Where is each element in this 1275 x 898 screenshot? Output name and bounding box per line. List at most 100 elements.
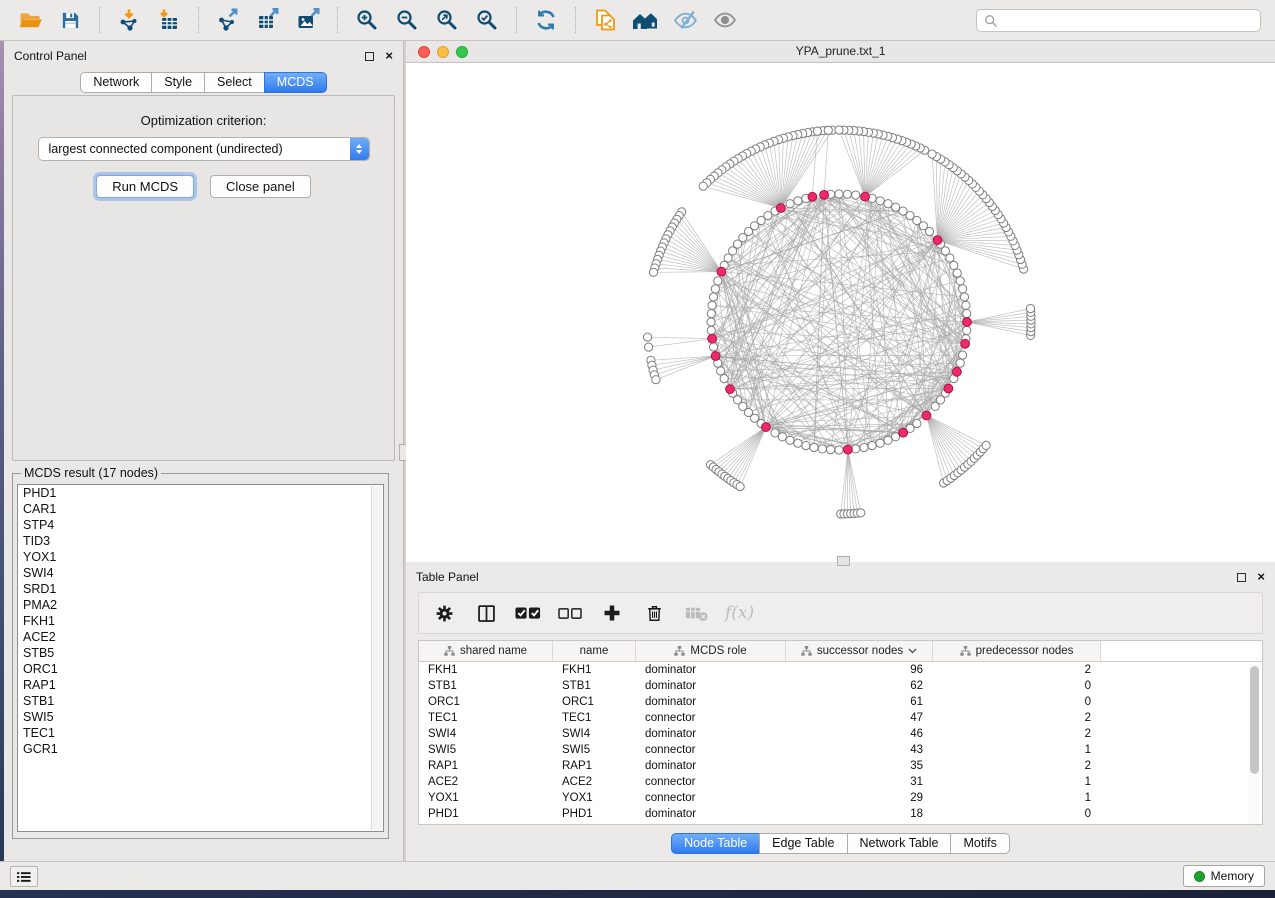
function-builder-icon: f(x): [725, 603, 754, 623]
table-scrollbar[interactable]: [1249, 664, 1260, 823]
zoom-fit-button[interactable]: [427, 4, 467, 36]
tab-node-table[interactable]: Node Table: [671, 833, 760, 854]
tab-mcds[interactable]: MCDS: [264, 72, 327, 93]
export-network-button[interactable]: [208, 4, 248, 36]
hide-selected-button[interactable]: [665, 4, 705, 36]
column-header-predecessor-nodes[interactable]: predecessor nodes: [933, 641, 1101, 661]
mcds-result-item[interactable]: RAP1: [18, 677, 383, 693]
mcds-result-item[interactable]: STB5: [18, 645, 383, 661]
show-all-button[interactable]: [705, 4, 745, 36]
table-row[interactable]: ACE2ACE2connector311: [419, 774, 1262, 790]
plus-icon: [602, 603, 622, 623]
show-columns-button[interactable]: [473, 600, 499, 626]
close-panel-button[interactable]: Close panel: [210, 175, 311, 198]
table-row[interactable]: STB1STB1dominator620: [419, 678, 1262, 694]
mcds-result-item[interactable]: TID3: [18, 533, 383, 549]
apply-layout-button[interactable]: [526, 4, 566, 36]
table-row[interactable]: PHD1PHD1dominator180: [419, 806, 1262, 822]
mcds-result-item[interactable]: ACE2: [18, 629, 383, 645]
table-settings-button[interactable]: [431, 600, 457, 626]
export-image-button[interactable]: [288, 4, 328, 36]
mcds-result-item[interactable]: CAR1: [18, 501, 383, 517]
show-panels-button[interactable]: [10, 866, 38, 887]
search-input[interactable]: [976, 9, 1261, 32]
mcds-result-item[interactable]: ORC1: [18, 661, 383, 677]
list-scrollbar[interactable]: [371, 486, 382, 830]
unchecked-boxes-icon: [558, 608, 582, 619]
network-graph[interactable]: [406, 63, 1275, 562]
deselect-all-rows-button[interactable]: [557, 600, 583, 626]
table-row[interactable]: RAP1RAP1dominator352: [419, 758, 1262, 774]
eye-icon: [713, 8, 737, 32]
mcds-result-item[interactable]: SWI5: [18, 709, 383, 725]
save-session-button[interactable]: [50, 4, 90, 36]
mcds-result-item[interactable]: PHD1: [18, 485, 383, 501]
trash-icon: [645, 604, 664, 623]
network-window-titlebar[interactable]: YPA_prune.txt_1: [406, 41, 1275, 63]
column-header-successor-nodes[interactable]: successor nodes: [786, 641, 933, 661]
select-all-rows-button[interactable]: [515, 600, 541, 626]
import-table-button[interactable]: [149, 4, 189, 36]
column-header-shared-name[interactable]: shared name: [419, 641, 553, 661]
delete-table-button-disabled: [683, 600, 709, 626]
mcds-result-item[interactable]: YOX1: [18, 549, 383, 565]
mcds-result-item[interactable]: SWI4: [18, 565, 383, 581]
table-row[interactable]: SWI4SWI4dominator462: [419, 726, 1262, 742]
control-panel-title: Control Panel: [14, 49, 365, 63]
close-panel-icon[interactable]: ×: [385, 51, 393, 61]
tab-motifs[interactable]: Motifs: [950, 833, 1009, 854]
table-row[interactable]: SWI5SWI5connector431: [419, 742, 1262, 758]
close-panel-icon[interactable]: ×: [1257, 572, 1265, 582]
table-row[interactable]: ORC1ORC1dominator610: [419, 694, 1262, 710]
mcds-result-item[interactable]: STB1: [18, 693, 383, 709]
network-window: YPA_prune.txt_1: [406, 41, 1275, 562]
node-table: shared namenameMCDS rolesuccessor nodesp…: [418, 640, 1263, 825]
memory-label: Memory: [1211, 869, 1254, 883]
tab-network[interactable]: Network: [80, 72, 152, 93]
delete-column-button[interactable]: [641, 600, 667, 626]
column-header-name[interactable]: name: [553, 641, 636, 661]
zoom-out-icon: [395, 8, 419, 32]
tab-network-table[interactable]: Network Table: [847, 833, 952, 854]
open-file-button[interactable]: [10, 4, 50, 36]
gear-icon: [434, 603, 455, 624]
mcds-result-item[interactable]: SRD1: [18, 581, 383, 597]
float-panel-icon[interactable]: [365, 52, 374, 61]
memory-status-icon: [1194, 871, 1205, 882]
column-header-MCDS-role[interactable]: MCDS role: [636, 641, 786, 661]
tab-style[interactable]: Style: [151, 72, 205, 93]
table-scrollbar-thumb[interactable]: [1250, 666, 1259, 774]
create-column-button[interactable]: [599, 600, 625, 626]
clone-network-button[interactable]: [585, 4, 625, 36]
tab-edge-table[interactable]: Edge Table: [759, 833, 847, 854]
export-table-icon: [256, 8, 280, 32]
zoom-selected-button[interactable]: [467, 4, 507, 36]
export-table-button[interactable]: [248, 4, 288, 36]
zoom-out-button[interactable]: [387, 4, 427, 36]
mcds-result-item[interactable]: STP4: [18, 517, 383, 533]
table-row[interactable]: FKH1FKH1dominator962: [419, 662, 1262, 678]
mcds-result-item[interactable]: PMA2: [18, 597, 383, 613]
criterion-select[interactable]: largest connected component (undirected): [38, 137, 370, 161]
mcds-result-item[interactable]: FKH1: [18, 613, 383, 629]
open-folder-icon: [18, 8, 43, 33]
table-row[interactable]: YOX1YOX1connector291: [419, 790, 1262, 806]
maximize-window-icon[interactable]: [456, 46, 468, 58]
mcds-result-item[interactable]: TEC1: [18, 725, 383, 741]
table-row[interactable]: TEC1TEC1connector472: [419, 710, 1262, 726]
tab-select[interactable]: Select: [204, 72, 265, 93]
network-canvas[interactable]: [406, 63, 1275, 562]
run-mcds-button[interactable]: Run MCDS: [96, 175, 194, 198]
first-neighbors-button[interactable]: [625, 4, 665, 36]
mcds-result-item[interactable]: GCR1: [18, 741, 383, 757]
horizontal-splitter-handle[interactable]: [837, 556, 850, 566]
import-network-button[interactable]: [109, 4, 149, 36]
search-icon: [984, 14, 998, 28]
float-panel-icon[interactable]: [1237, 573, 1246, 582]
mcds-result-list: PHD1CAR1STP4TID3YOX1SWI4SRD1PMA2FKH1ACE2…: [17, 484, 384, 832]
optimization-criterion-label: Optimization criterion:: [13, 113, 394, 128]
zoom-in-button[interactable]: [347, 4, 387, 36]
memory-button[interactable]: Memory: [1183, 865, 1265, 887]
minimize-window-icon[interactable]: [437, 46, 449, 58]
close-window-icon[interactable]: [418, 46, 430, 58]
